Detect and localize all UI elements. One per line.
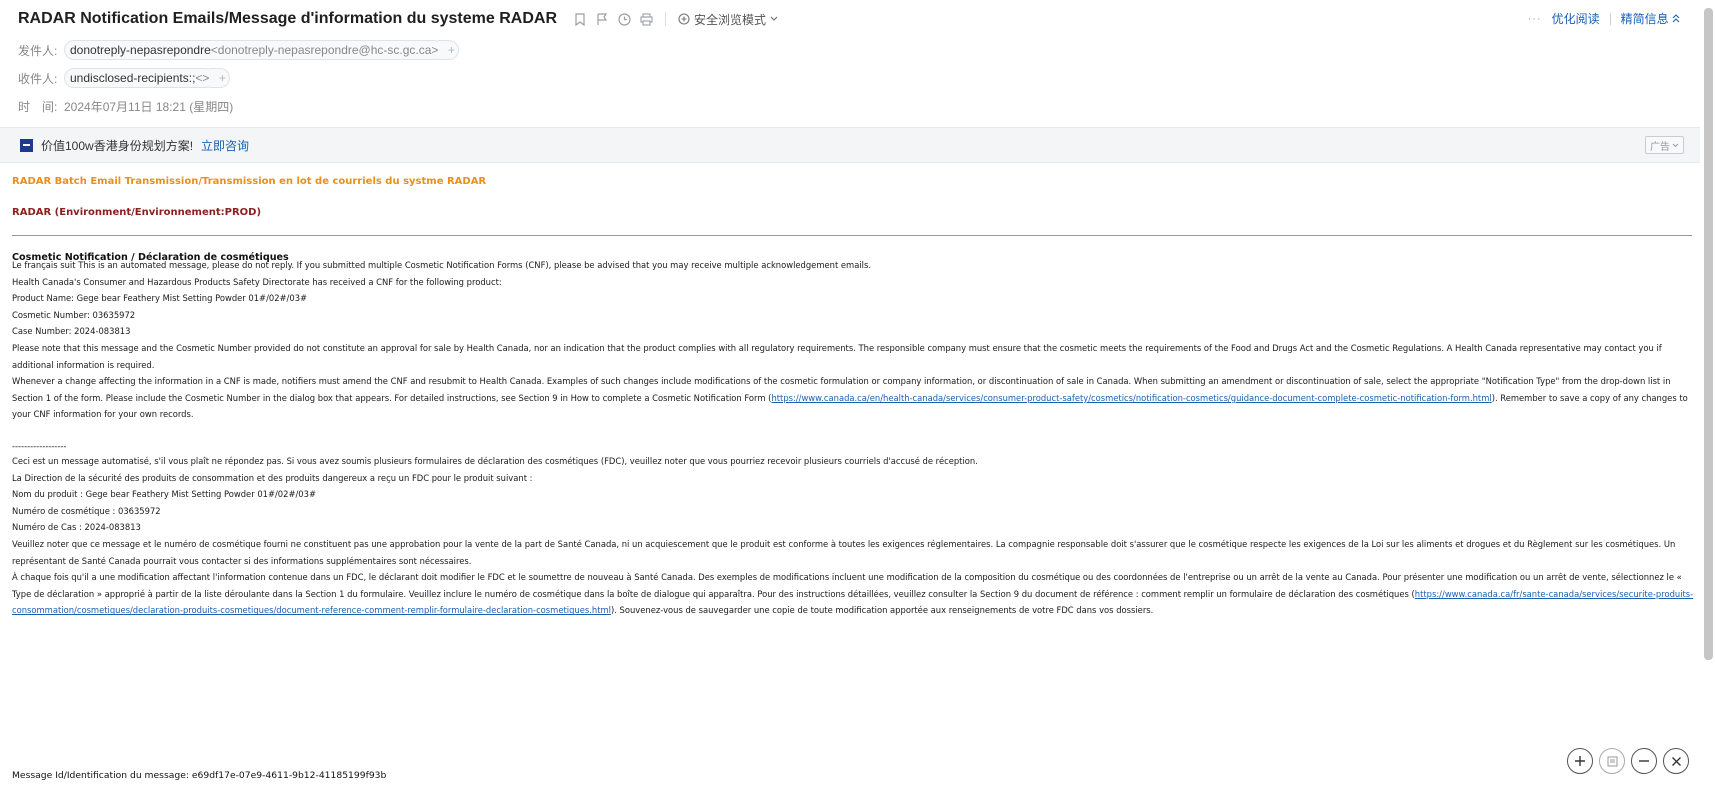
fr-cosmetic-number: Numéro de cosmétique : 03635972	[12, 505, 161, 516]
more-options-button[interactable]: ···	[1528, 13, 1542, 25]
optimize-reading-link[interactable]: 优化阅读	[1552, 10, 1600, 27]
ad-consult-link[interactable]: 立即咨询	[201, 137, 249, 154]
recipient-row: 收件人: undisclosed-recipients:; <> +	[18, 68, 231, 88]
add-recipient-contact-button[interactable]: +	[209, 68, 231, 88]
en-intro-line: Le français suit This is an automated me…	[12, 260, 872, 270]
time-label: 时 间:	[18, 100, 58, 114]
time-row: 时 间: 2024年07月11日 18:21 (星期四)	[18, 98, 233, 115]
subject-row: RADAR Notification Emails/Message d'info…	[18, 8, 778, 30]
batch-title: RADAR Batch Email Transmission/Transmiss…	[12, 176, 487, 187]
recipient-address: <>	[195, 71, 210, 85]
fr-intro-line: Ceci est un message automatisé, s'il vou…	[12, 456, 978, 466]
sender-address: <donotreply-nepasrepondre@hc-sc.gc.ca>	[210, 43, 439, 57]
header-actions: ··· 优化阅读 精简信息	[1528, 10, 1680, 27]
en-approval-note: Please note that this message and the Co…	[12, 342, 1662, 370]
environment-title: RADAR (Environment/Environnement:PROD)	[12, 207, 262, 218]
shield-plus-icon	[678, 13, 690, 25]
clock-icon[interactable]	[617, 12, 631, 26]
sender-row: 发件人: donotreply-nepasrepondre <donotreply…	[18, 40, 460, 60]
zoom-out-button[interactable]	[1631, 748, 1657, 774]
recipient-name: undisclosed-recipients:;	[70, 71, 196, 85]
fr-approval-note: Veuillez noter que ce message et le numé…	[12, 538, 1676, 566]
en-directorate-line: Health Canada's Consumer and Hazardous P…	[12, 276, 502, 287]
sent-time: 2024年07月11日 18:21 (星期四)	[64, 100, 234, 114]
ad-tag-label: 广告	[1650, 141, 1670, 153]
fr-case-number: Numéro de Cas : 2024-083813	[12, 522, 141, 533]
plus-icon	[1575, 756, 1585, 766]
chevron-double-up-icon	[1672, 14, 1680, 23]
en-guidance-link[interactable]: https://www.canada.ca/en/health-canada/s…	[771, 393, 1491, 403]
chevron-down-icon	[770, 16, 778, 21]
sender-chip[interactable]: donotreply-nepasrepondre <donotreply-nepa…	[64, 40, 445, 60]
recipient-label: 收件人:	[18, 71, 58, 86]
toolbar-divider	[665, 12, 666, 26]
sender-name: donotreply-nepasrepondre	[70, 43, 211, 57]
flag-icon[interactable]	[595, 12, 609, 26]
ad-text: 价值100w香港身份规划方案!	[41, 138, 194, 153]
sender-label: 发件人:	[18, 43, 58, 58]
french-section: Ceci est un message automatisé, s'il vou…	[12, 453, 1694, 619]
en-product-name: Product Name: Gege bear Feathery Mist Se…	[12, 293, 308, 304]
fr-directorate-line: La Direction de la sécurité des produits…	[12, 472, 533, 483]
mail-body: RADAR Batch Email Transmission/Transmiss…	[12, 163, 1694, 790]
minus-icon	[1639, 760, 1649, 762]
header-actions-divider	[1609, 12, 1611, 25]
body-divider	[12, 235, 1692, 236]
mail-header: RADAR Notification Emails/Message d'info…	[0, 0, 1700, 127]
vertical-scrollbar[interactable]	[1704, 8, 1713, 660]
recipient-chip[interactable]: undisclosed-recipients:; <>	[64, 68, 216, 88]
ad-tag-dropdown[interactable]: 广告	[1645, 136, 1684, 154]
close-button[interactable]	[1663, 748, 1689, 774]
english-section: Le français suit This is an automated me…	[12, 257, 1694, 423]
close-icon	[1671, 756, 1681, 766]
fit-page-icon	[1607, 756, 1617, 766]
fr-amendment-note: À chaque fois qu'il a une modification a…	[12, 569, 1694, 619]
add-sender-contact-button[interactable]: +	[438, 40, 460, 60]
fr-product-name: Nom du produit : Gege bear Feathery Mist…	[12, 489, 316, 500]
zoom-in-button[interactable]	[1567, 748, 1593, 774]
mail-subject: RADAR Notification Emails/Message d'info…	[18, 10, 557, 27]
floating-actions	[1567, 748, 1689, 774]
reset-zoom-button[interactable]	[1599, 748, 1625, 774]
en-cosmetic-number: Cosmetic Number: 03635972	[12, 309, 136, 320]
fr-amendment-tail: ). Souvenez-vous de sauvegarder une copi…	[610, 605, 1154, 616]
safe-browsing-mode-button[interactable]: 安全浏览模式	[678, 11, 778, 28]
bookmark-icon[interactable]	[573, 12, 587, 26]
safe-browsing-mode-label: 安全浏览模式	[694, 12, 767, 27]
mail-toolbar: 安全浏览模式	[573, 11, 778, 28]
print-icon[interactable]	[639, 12, 653, 26]
ad-logo-icon	[20, 138, 33, 152]
ad-banner: 价值100w香港身份规划方案! 立即咨询 广告	[0, 127, 1700, 163]
compact-info-link[interactable]: 精简信息	[1621, 10, 1680, 27]
compact-info-label: 精简信息	[1620, 12, 1669, 26]
chevron-down-icon	[1672, 143, 1679, 147]
message-id: Message Id/Identification du message: e6…	[12, 770, 387, 781]
en-case-number: Case Number: 2024-083813	[12, 326, 131, 337]
en-amendment-note: Whenever a change affecting the informat…	[12, 373, 1694, 423]
